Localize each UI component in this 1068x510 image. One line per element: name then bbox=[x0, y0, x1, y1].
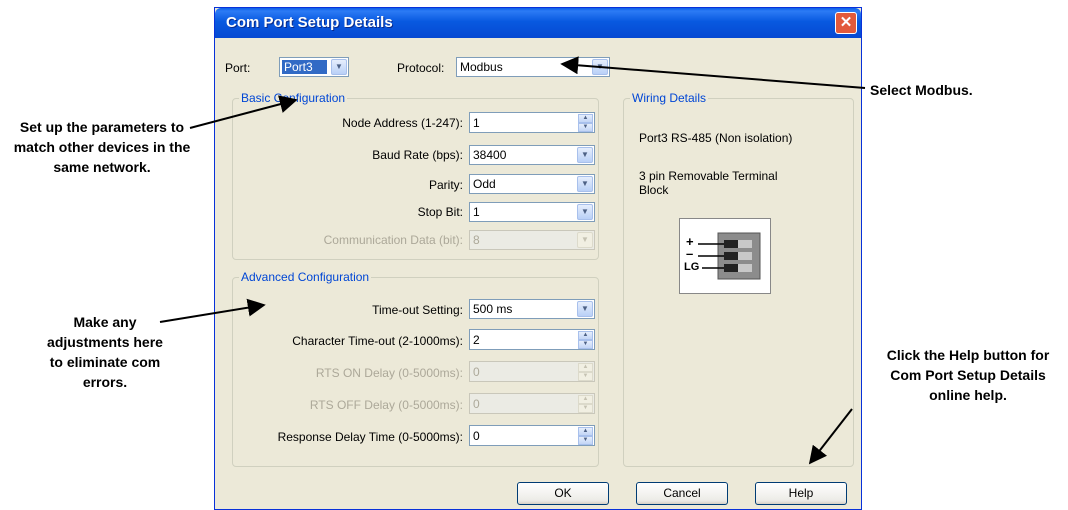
baud-rate-value: 38400 bbox=[473, 148, 507, 162]
spin-up-icon[interactable]: ▲ bbox=[578, 427, 593, 436]
stop-bit-label: Stop Bit: bbox=[417, 205, 463, 219]
parity-label: Parity: bbox=[428, 178, 463, 192]
response-delay-spinner[interactable]: 0 ▲ ▼ bbox=[469, 425, 595, 446]
stop-bit-value: 1 bbox=[473, 205, 480, 219]
character-timeout-label: Character Time-out (2-1000ms): bbox=[292, 334, 463, 348]
close-button[interactable]: ✕ bbox=[835, 12, 857, 34]
chevron-down-icon: ▼ bbox=[577, 232, 593, 248]
spin-up-icon: ▲ bbox=[578, 363, 593, 372]
timeout-setting-value: 500 ms bbox=[473, 302, 513, 316]
pin-minus-label: – bbox=[686, 246, 694, 261]
port-select[interactable]: Port3 ▼ bbox=[279, 57, 349, 77]
dialog-title: Com Port Setup Details bbox=[226, 14, 393, 31]
dialog-body: Port: Port3 ▼ Protocol: Modbus ▼ Basic C… bbox=[215, 38, 861, 509]
wiring-port-info: Port3 RS-485 (Non isolation) bbox=[639, 131, 793, 145]
spin-down-icon[interactable]: ▼ bbox=[578, 340, 593, 349]
stop-bit-select[interactable]: 1 ▼ bbox=[469, 202, 595, 222]
spin-down-icon[interactable]: ▼ bbox=[578, 436, 593, 445]
title-bar[interactable]: Com Port Setup Details ✕ bbox=[215, 8, 861, 38]
response-delay-label: Response Delay Time (0-5000ms): bbox=[277, 430, 463, 444]
character-timeout-spinner[interactable]: 2 ▲ ▼ bbox=[469, 329, 595, 350]
wiring-details-legend: Wiring Details bbox=[630, 91, 709, 105]
cancel-button[interactable]: Cancel bbox=[636, 482, 728, 505]
communication-data-value: 8 bbox=[473, 233, 480, 247]
close-icon: ✕ bbox=[839, 14, 853, 31]
terminal-block-diagram: + – LG bbox=[679, 218, 771, 294]
callout-adjustments: Make any adjustments here to eliminate c… bbox=[47, 314, 163, 390]
spin-down-icon: ▼ bbox=[578, 372, 593, 381]
callout-select-modbus: Select Modbus. bbox=[870, 82, 973, 98]
character-timeout-value: 2 bbox=[473, 333, 480, 347]
callout-help: Click the Help button for Com Port Setup… bbox=[886, 347, 1050, 403]
node-address-value: 1 bbox=[473, 116, 480, 130]
port-label: Port: bbox=[225, 61, 251, 75]
chevron-down-icon[interactable]: ▼ bbox=[331, 59, 347, 75]
rts-on-delay-spinner: 0 ▲ ▼ bbox=[469, 361, 595, 382]
parity-value: Odd bbox=[473, 177, 496, 191]
spin-down-icon[interactable]: ▼ bbox=[578, 123, 593, 132]
ok-button[interactable]: OK bbox=[517, 482, 609, 505]
chevron-down-icon[interactable]: ▼ bbox=[577, 176, 593, 192]
callout-set-parameters: Set up the parameters to match other dev… bbox=[13, 119, 191, 175]
baud-rate-label: Baud Rate (bps): bbox=[372, 148, 463, 162]
communication-data-select: 8 ▼ bbox=[469, 230, 595, 250]
rts-off-delay-label: RTS OFF Delay (0-5000ms): bbox=[309, 398, 463, 412]
node-address-label: Node Address (1-247): bbox=[342, 116, 463, 130]
basic-configuration-legend: Basic Configuration bbox=[239, 91, 348, 105]
rts-on-delay-value: 0 bbox=[473, 365, 480, 379]
terminal-block-icon bbox=[698, 232, 761, 280]
pin-lg-label: LG bbox=[684, 261, 700, 273]
wiring-terminal-info: 3 pin Removable Terminal Block bbox=[639, 169, 778, 197]
baud-rate-select[interactable]: 38400 ▼ bbox=[469, 145, 595, 165]
port-value: Port3 bbox=[282, 60, 327, 74]
node-address-spinner[interactable]: 1 ▲ ▼ bbox=[469, 112, 595, 133]
rts-off-delay-value: 0 bbox=[473, 397, 480, 411]
spin-up-icon[interactable]: ▲ bbox=[578, 114, 593, 123]
protocol-label: Protocol: bbox=[397, 61, 445, 75]
chevron-down-icon[interactable]: ▼ bbox=[592, 59, 608, 75]
communication-data-label: Communication Data (bit): bbox=[323, 233, 463, 247]
protocol-value: Modbus bbox=[460, 60, 503, 74]
spin-down-icon: ▼ bbox=[578, 404, 593, 413]
chevron-down-icon[interactable]: ▼ bbox=[577, 204, 593, 220]
chevron-down-icon[interactable]: ▼ bbox=[577, 301, 593, 317]
parity-select[interactable]: Odd ▼ bbox=[469, 174, 595, 194]
protocol-select[interactable]: Modbus ▼ bbox=[456, 57, 610, 77]
timeout-setting-label: Time-out Setting: bbox=[372, 303, 463, 317]
response-delay-value: 0 bbox=[473, 429, 480, 443]
rts-off-delay-spinner: 0 ▲ ▼ bbox=[469, 393, 595, 414]
rts-on-delay-label: RTS ON Delay (0-5000ms): bbox=[315, 366, 463, 380]
timeout-setting-select[interactable]: 500 ms ▼ bbox=[469, 299, 595, 319]
spin-up-icon: ▲ bbox=[578, 395, 593, 404]
help-button[interactable]: Help bbox=[755, 482, 847, 505]
chevron-down-icon[interactable]: ▼ bbox=[577, 147, 593, 163]
spin-up-icon[interactable]: ▲ bbox=[578, 331, 593, 340]
com-port-setup-dialog: Com Port Setup Details ✕ Port: Port3 ▼ P… bbox=[214, 7, 862, 510]
advanced-configuration-legend: Advanced Configuration bbox=[239, 270, 372, 284]
